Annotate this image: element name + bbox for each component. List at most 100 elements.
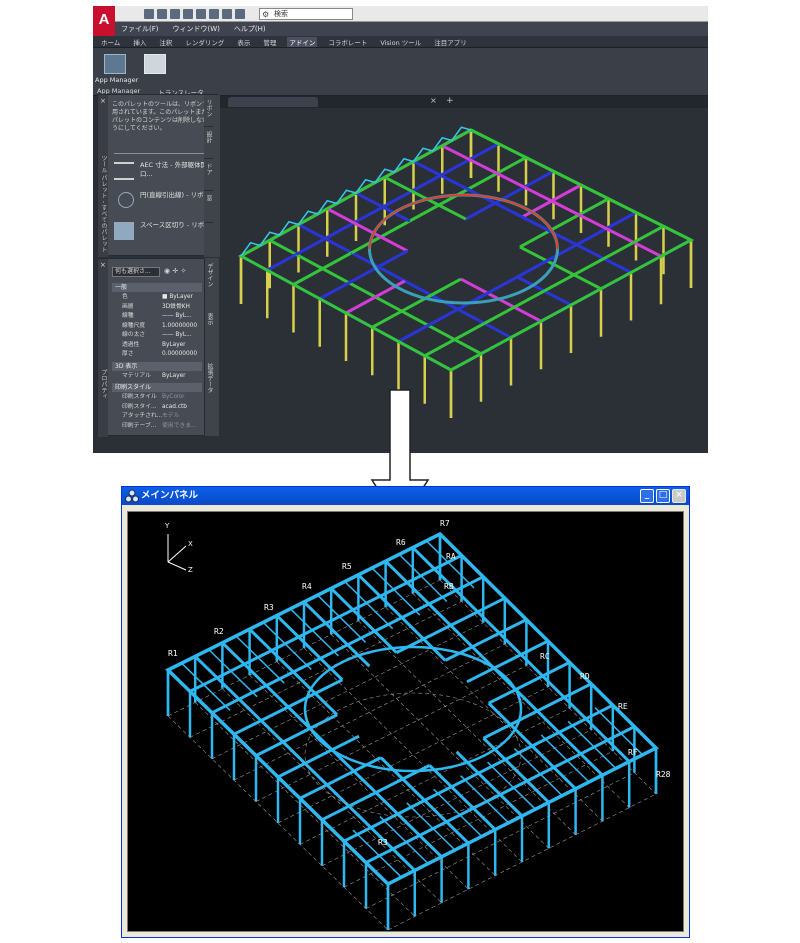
beam: [243, 663, 268, 687]
beam: [377, 249, 409, 269]
ribbon-tab[interactable]: レンダリング: [183, 37, 226, 47]
ribbon-tab[interactable]: 表示: [235, 37, 252, 47]
beam: [270, 649, 295, 674]
sub-beam: [486, 761, 536, 810]
beam: [477, 596, 506, 614]
properties-row[interactable]: 線種 —— ByL...: [112, 312, 202, 321]
beam: [375, 777, 404, 794]
side-tab-design[interactable]: デザイン: [205, 258, 214, 308]
ribbon-tab[interactable]: ホーム: [99, 37, 122, 47]
grid-label: RC: [540, 652, 550, 661]
grid-label: R3: [378, 838, 388, 847]
beam: [439, 158, 471, 177]
ribbon-tab[interactable]: 注釈: [157, 37, 174, 47]
beam: [324, 622, 349, 646]
properties-row[interactable]: 厚さ 0.00000000: [112, 350, 202, 359]
save-icon[interactable]: [170, 9, 180, 19]
app-logo[interactable]: A: [93, 6, 115, 36]
translator-button[interactable]: [135, 54, 175, 74]
close-icon[interactable]: ×: [100, 261, 106, 269]
selection-dropdown[interactable]: 何も選択さ...: [112, 267, 160, 277]
share-icon[interactable]: [235, 9, 245, 19]
beam: [563, 696, 587, 720]
ribbon-tab[interactable]: 注目アプリ: [432, 37, 469, 47]
palette-divider: [114, 153, 210, 154]
ribbon-tab[interactable]: Vision ツール: [378, 37, 423, 47]
ribbon-tab[interactable]: 挿入: [131, 37, 148, 47]
property-value: acad.ctb: [162, 403, 187, 410]
close-icon[interactable]: ×: [100, 97, 106, 105]
property-value: ByLayer: [162, 341, 186, 348]
properties-row[interactable]: 線の太さ —— ByL...: [112, 331, 202, 340]
properties-section-header[interactable]: 一般: [112, 283, 202, 292]
beam: [523, 169, 555, 189]
close-button[interactable]: ×: [672, 489, 686, 503]
palette-tool-aec-dimension[interactable]: AEC 寸法 - 外部躯体開口...: [114, 159, 218, 185]
properties-row[interactable]: 画層 3D鉄骨KH: [112, 303, 202, 312]
properties-row[interactable]: マテリアル ByLayer: [112, 372, 202, 381]
pickadd-icon[interactable]: ✧: [180, 267, 186, 275]
beam: [427, 602, 452, 627]
palette-tab-window[interactable]: 窓: [204, 191, 213, 223]
ribbon-tab[interactable]: アドイン: [287, 36, 318, 47]
document-tab[interactable]: [228, 97, 318, 107]
beam: [552, 766, 577, 790]
beam: [509, 723, 534, 748]
properties-row[interactable]: 色 ■ ByLayer: [112, 293, 202, 302]
properties-row[interactable]: 印刷スタイル ByColor: [112, 393, 202, 402]
menu-help[interactable]: ヘルプ(H): [234, 24, 266, 34]
palette-tool-leader[interactable]: 円(直線引出線) - リボン: [114, 189, 218, 215]
beam: [579, 752, 604, 777]
print-icon[interactable]: [196, 9, 206, 19]
palette-tab-design[interactable]: 設計: [204, 127, 213, 159]
properties-section-header[interactable]: 3D 表示: [112, 361, 202, 371]
palette-tool-space-separator[interactable]: スペース区切り - リボン: [114, 219, 218, 245]
palette-tab-door[interactable]: ドア: [204, 159, 213, 191]
cad-3d-viewport[interactable]: [219, 108, 708, 453]
maximize-button[interactable]: □: [656, 489, 670, 503]
side-tab-extended-data[interactable]: 拡張データ: [205, 358, 214, 408]
grid-label: RF: [628, 748, 638, 757]
beam: [352, 770, 377, 794]
beam: [295, 253, 324, 270]
app-manager-button[interactable]: App Manager: [95, 54, 138, 84]
beam: [632, 241, 662, 258]
properties-row[interactable]: アタッチされ... モデル: [112, 412, 202, 421]
quick-select-icon[interactable]: ◉: [164, 267, 170, 275]
side-tab-display[interactable]: 表示: [205, 308, 214, 358]
properties-section-header[interactable]: 印刷スタイル: [112, 383, 202, 392]
ribbon-tab[interactable]: コラボレート: [326, 37, 369, 47]
beam: [498, 618, 528, 635]
app-manager-icon: [104, 54, 126, 74]
ribbon-tabs: ホーム 挿入 注釈 レンダリング 表示 管理 アドイン コラボレート Vision ツール 注目ア…: [93, 36, 708, 48]
ribbon-tab[interactable]: 管理: [261, 37, 278, 47]
beam: [578, 197, 610, 217]
structure-3d-view[interactable]: Y X Z R7 R6 R5 R4 R3 R2 R1 RA RB RC RD RE RF R28 R3: [127, 511, 684, 932]
properties-row[interactable]: 線種尺度 1.00000000: [112, 322, 202, 331]
select-objects-icon[interactable]: ✛: [172, 267, 178, 275]
beam: [483, 322, 512, 339]
beam: [541, 674, 566, 699]
minimize-button[interactable]: _: [640, 489, 654, 503]
properties-row[interactable]: 透過性 ByLayer: [112, 341, 202, 350]
new-file-icon[interactable]: [144, 9, 154, 19]
sub-beam: [540, 734, 590, 783]
undo-icon[interactable]: [209, 9, 219, 19]
beam: [488, 688, 517, 705]
save-as-icon[interactable]: [183, 9, 193, 19]
beam: [519, 229, 551, 249]
menu-file[interactable]: ファイル(F): [121, 24, 159, 34]
beam: [427, 307, 459, 327]
open-file-icon[interactable]: [157, 9, 167, 19]
search-input[interactable]: ⚙ 検索: [259, 8, 353, 20]
palette-tab-ribbon[interactable]: リボン: [204, 95, 213, 127]
menu-window[interactable]: ウィンドウ(W): [173, 24, 220, 34]
beam: [321, 267, 350, 285]
window-titlebar[interactable]: メインパネル _ □ ×: [122, 487, 689, 505]
properties-row[interactable]: 印刷テーブ... 使用できま...: [112, 422, 202, 431]
properties-row[interactable]: 印刷スタイ... acad.ctb: [112, 403, 202, 412]
add-tab-icon[interactable]: +: [446, 96, 454, 106]
property-name: 印刷スタイル: [122, 394, 157, 400]
redo-icon[interactable]: [222, 9, 232, 19]
close-icon[interactable]: ×: [430, 96, 437, 105]
